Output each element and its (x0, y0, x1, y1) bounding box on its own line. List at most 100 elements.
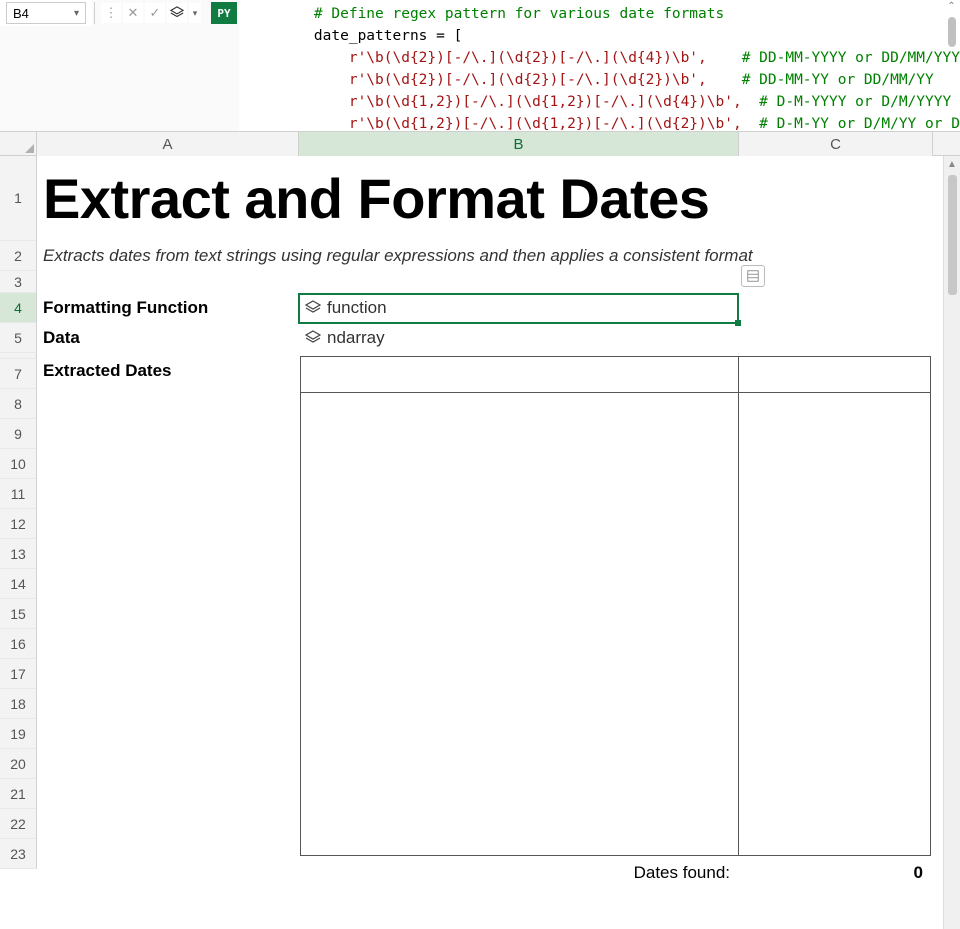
cell-A4[interactable]: Formatting Function (37, 293, 299, 323)
separator (94, 2, 95, 24)
row-header[interactable]: 12 (0, 509, 37, 539)
row-header[interactable]: 9 (0, 419, 37, 449)
formula-bar-controls: ⋮ ✕ ✓ ▾ (97, 0, 205, 26)
chevron-down-icon[interactable]: ▾ (189, 3, 201, 23)
row-header[interactable]: 5 (0, 323, 37, 353)
cell[interactable] (37, 449, 299, 479)
chevron-down-icon: ▾ (74, 8, 79, 19)
row-header[interactable]: 1 (0, 156, 37, 241)
grid[interactable]: 1 Extract and Format Dates 2 Extracts da… (0, 156, 960, 929)
cell[interactable] (37, 389, 299, 419)
cell-A7[interactable]: Extracted Dates (37, 359, 299, 389)
insert-options-icon[interactable] (741, 265, 765, 287)
table-body (301, 393, 930, 855)
row-header[interactable]: 20 (0, 749, 37, 779)
table-header-row (301, 357, 930, 393)
row-header[interactable]: 13 (0, 539, 37, 569)
cell[interactable] (37, 479, 299, 509)
column-header-A[interactable]: A (37, 132, 299, 156)
cell-value: function (327, 298, 387, 318)
label: Formatting Function (43, 298, 208, 318)
subtitle: Extracts dates from text strings using r… (43, 246, 753, 266)
name-box-value: B4 (13, 6, 29, 21)
cell[interactable] (37, 419, 299, 449)
row: 2 Extracts dates from text strings using… (0, 241, 960, 271)
scroll-up-icon[interactable]: ▲ (944, 156, 960, 173)
scroll-thumb[interactable] (948, 17, 956, 47)
row-header[interactable]: 11 (0, 479, 37, 509)
cell[interactable] (37, 839, 299, 869)
footer-value: 0 (738, 863, 931, 883)
cell[interactable] (37, 569, 299, 599)
row-header[interactable]: 23 (0, 839, 37, 869)
cell-B4[interactable]: function (299, 293, 739, 323)
row-header[interactable]: 22 (0, 809, 37, 839)
scroll-thumb[interactable] (948, 175, 957, 295)
cell-C4[interactable] (739, 293, 933, 323)
cell-A5[interactable]: Data (37, 323, 299, 353)
cell[interactable] (37, 539, 299, 569)
cell-B5[interactable]: ndarray (299, 323, 739, 353)
scroll-up-icon[interactable]: ⌃ (944, 1, 959, 15)
row-header[interactable]: 16 (0, 629, 37, 659)
vertical-scrollbar[interactable]: ▲ (943, 156, 960, 929)
row: 5 Data ndarray (0, 323, 960, 353)
cell-C5[interactable] (739, 323, 933, 353)
accept-icon[interactable]: ✓ (145, 3, 165, 23)
table-body-cell[interactable] (739, 393, 930, 855)
column-header-B[interactable]: B (299, 132, 739, 156)
row-header[interactable]: 18 (0, 689, 37, 719)
name-box-container: B4 ▾ (0, 0, 92, 26)
row-header[interactable]: 15 (0, 599, 37, 629)
cell-A2[interactable]: Extracts dates from text strings using r… (37, 241, 299, 271)
footer-label: Dates found: (300, 863, 738, 883)
row: 4 Formatting Function function (0, 293, 960, 323)
row-header[interactable]: 4 (0, 293, 37, 323)
object-icon (305, 300, 321, 316)
cell[interactable] (37, 629, 299, 659)
row-header[interactable]: 21 (0, 779, 37, 809)
formula-bar: B4 ▾ ⋮ ✕ ✓ ▾ PY # Define regex pattern f… (0, 0, 960, 132)
row-header[interactable]: 17 (0, 659, 37, 689)
column-headers: A B C (0, 132, 960, 156)
row-header[interactable]: 14 (0, 569, 37, 599)
row-header[interactable]: 10 (0, 449, 37, 479)
cell-A3[interactable] (37, 271, 299, 293)
page-title: Extract and Format Dates (43, 166, 709, 231)
column-label: C (830, 136, 841, 153)
cell[interactable] (37, 719, 299, 749)
name-box[interactable]: B4 ▾ (6, 2, 86, 24)
data-table (300, 356, 931, 856)
footer-row: Dates found: 0 (300, 859, 931, 887)
cell[interactable] (37, 779, 299, 809)
column-label: A (162, 136, 172, 153)
table-header-cell[interactable] (301, 357, 739, 392)
column-header-C[interactable]: C (739, 132, 933, 156)
column-label: B (513, 136, 523, 153)
cell[interactable] (37, 809, 299, 839)
select-all-corner[interactable] (0, 132, 37, 156)
row-header[interactable]: 7 (0, 359, 37, 389)
label: Extracted Dates (43, 361, 172, 381)
cell-A1[interactable]: Extract and Format Dates (37, 156, 299, 241)
row-header[interactable]: 19 (0, 719, 37, 749)
table-body-cell[interactable] (301, 393, 739, 855)
row-header[interactable]: 3 (0, 271, 37, 293)
cancel-icon[interactable]: ✕ (123, 3, 143, 23)
cell[interactable] (37, 509, 299, 539)
cell[interactable] (37, 749, 299, 779)
object-icon (305, 330, 321, 346)
row: 1 Extract and Format Dates (0, 156, 960, 241)
cell[interactable] (37, 659, 299, 689)
cell[interactable] (37, 689, 299, 719)
python-badge[interactable]: PY (211, 2, 237, 24)
more-icon[interactable]: ⋮ (101, 3, 121, 23)
object-output-icon[interactable] (167, 3, 187, 23)
row-header[interactable]: 8 (0, 389, 37, 419)
code-editor[interactable]: # Define regex pattern for various date … (239, 0, 960, 131)
row-header[interactable]: 2 (0, 241, 37, 271)
row: 3 (0, 271, 960, 293)
cell[interactable] (37, 599, 299, 629)
cell-value: ndarray (327, 328, 385, 348)
table-header-cell[interactable] (739, 357, 930, 392)
